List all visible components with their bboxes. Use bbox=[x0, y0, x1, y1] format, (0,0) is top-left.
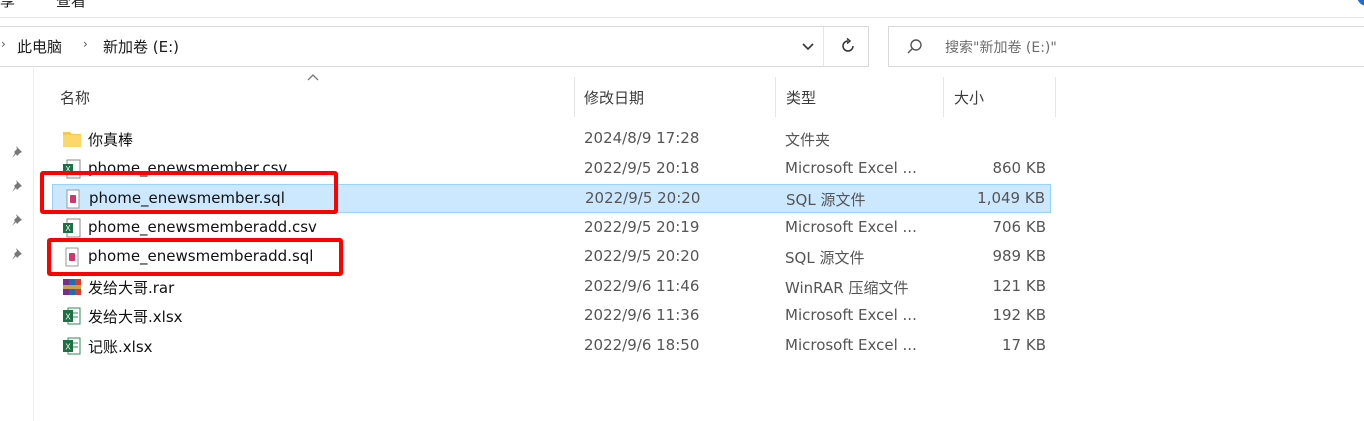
file-size: 706 KB bbox=[992, 217, 1046, 236]
chevron-down-icon[interactable] bbox=[799, 37, 817, 55]
ribbon-tabs: 享 查看 ˇ bbox=[0, 0, 1364, 18]
search-input[interactable]: 搜索"新加卷 (E:)" bbox=[945, 37, 1057, 57]
column-divider[interactable] bbox=[943, 77, 944, 117]
file-name: 发给大哥.rar bbox=[88, 278, 175, 297]
file-type: Microsoft Excel ... bbox=[785, 335, 917, 354]
chevron-up-icon[interactable]: ˇ bbox=[1340, 0, 1347, 4]
help-icon[interactable] bbox=[1357, 0, 1364, 6]
column-header-name[interactable]: 名称 bbox=[60, 77, 574, 117]
file-date: 2022/9/5 20:20 bbox=[584, 247, 700, 265]
file-date: 2024/8/9 17:28 bbox=[584, 129, 700, 147]
file-name: 发给大哥.xlsx bbox=[88, 308, 183, 326]
file-type: SQL 源文件 bbox=[786, 191, 866, 209]
file-type: Microsoft Excel ... bbox=[785, 158, 917, 177]
column-divider[interactable] bbox=[775, 77, 776, 117]
file-name: 记账.xlsx bbox=[88, 337, 153, 356]
file-name: phome_enewsmemberadd.csv bbox=[88, 217, 317, 236]
pin-icon[interactable] bbox=[10, 246, 26, 262]
rar-file-icon bbox=[62, 277, 82, 297]
xlsx-file-icon: X bbox=[62, 336, 82, 356]
file-size: 192 KB bbox=[992, 306, 1046, 324]
file-name: 你真棒 bbox=[88, 131, 134, 149]
file-type: Microsoft Excel ... bbox=[785, 306, 917, 324]
navigation-pane bbox=[0, 68, 34, 421]
refresh-icon[interactable] bbox=[837, 35, 859, 57]
file-size: 17 KB bbox=[1002, 335, 1046, 354]
pin-icon[interactable] bbox=[10, 178, 26, 194]
column-header-date[interactable]: 修改日期 bbox=[584, 77, 774, 117]
file-size: 121 KB bbox=[992, 276, 1046, 295]
svg-text:X: X bbox=[65, 342, 71, 351]
file-date: 2022/9/5 20:19 bbox=[584, 217, 700, 236]
search-box[interactable]: 搜索"新加卷 (E:)" bbox=[888, 26, 1364, 67]
file-size: 1,049 KB bbox=[977, 189, 1045, 207]
highlight-box bbox=[47, 238, 343, 276]
file-size: 989 KB bbox=[992, 247, 1046, 265]
highlight-box bbox=[40, 171, 338, 214]
xlsx-file-icon: X bbox=[62, 306, 82, 326]
column-divider[interactable] bbox=[574, 77, 575, 117]
csv-file-icon: X bbox=[62, 218, 82, 238]
file-date: 2022/9/6 18:50 bbox=[584, 335, 700, 354]
breadcrumb-drive-e[interactable]: 新加卷 (E:) bbox=[103, 36, 179, 57]
svg-text:X: X bbox=[65, 313, 71, 322]
folder-icon bbox=[62, 129, 82, 149]
address-bar[interactable]: › 此电脑 › 新加卷 (E:) bbox=[0, 26, 869, 67]
column-header-type[interactable]: 类型 bbox=[786, 77, 942, 117]
file-type: SQL 源文件 bbox=[785, 249, 865, 267]
breadcrumb-this-pc[interactable]: 此电脑 bbox=[17, 36, 62, 57]
file-date: 2022/9/6 11:46 bbox=[584, 276, 700, 295]
ribbon-tab-view[interactable]: 查看 bbox=[56, 0, 86, 11]
file-type: WinRAR 压缩文件 bbox=[785, 278, 909, 297]
search-icon bbox=[907, 39, 922, 54]
file-type: Microsoft Excel ... bbox=[785, 217, 917, 236]
file-type: 文件夹 bbox=[785, 131, 831, 149]
file-date: 2022/9/5 20:20 bbox=[585, 189, 701, 207]
file-row[interactable]: X 发给大哥.xlsx 2022/9/6 11:36 Microsoft Excel … bbox=[52, 302, 1051, 331]
pin-icon[interactable] bbox=[10, 212, 26, 228]
file-date: 2022/9/5 20:18 bbox=[584, 158, 700, 177]
file-row[interactable]: 你真棒 2024/8/9 17:28 文件夹 bbox=[52, 125, 1051, 154]
chevron-right-icon[interactable]: › bbox=[1, 37, 6, 51]
file-row[interactable]: 发给大哥.rar 2022/9/6 11:46 WinRAR 压缩文件 121 KB bbox=[52, 273, 1051, 302]
pin-icon[interactable] bbox=[10, 144, 26, 160]
file-date: 2022/9/6 11:36 bbox=[584, 306, 700, 324]
svg-text:X: X bbox=[65, 224, 71, 233]
ribbon-tab-share[interactable]: 享 bbox=[0, 0, 15, 11]
column-header-size[interactable]: 大小 bbox=[954, 77, 1054, 117]
column-divider[interactable] bbox=[1055, 77, 1056, 117]
file-row[interactable]: X 记账.xlsx 2022/9/6 18:50 Microsoft Excel ..… bbox=[52, 332, 1051, 361]
file-size: 860 KB bbox=[992, 158, 1046, 177]
chevron-right-icon[interactable]: › bbox=[83, 37, 88, 51]
divider bbox=[823, 27, 824, 66]
